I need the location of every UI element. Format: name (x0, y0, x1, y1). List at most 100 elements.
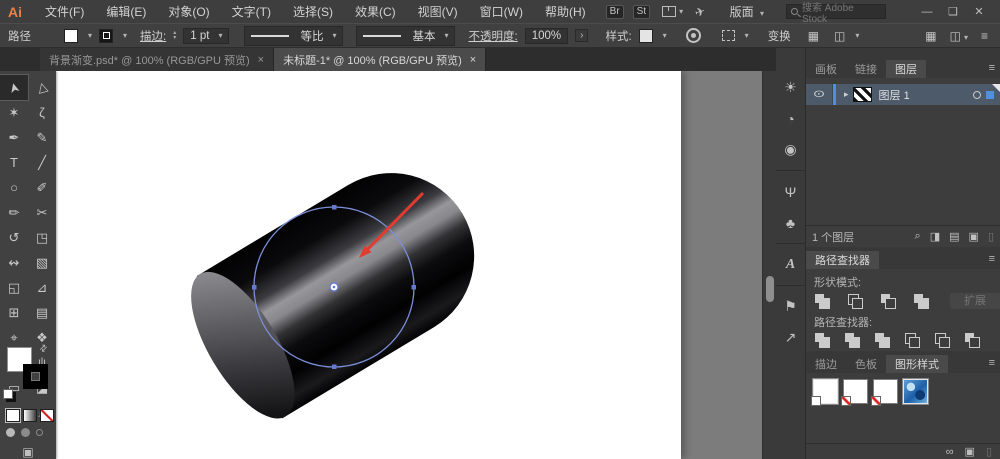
panel-menu-icon[interactable]: ≡ (989, 357, 995, 369)
select-similar-icon[interactable] (721, 30, 735, 41)
tool-scale-tool[interactable]: ◳ (28, 225, 56, 250)
brush-definition-dropdown[interactable]: 基本 ▾ (356, 25, 456, 46)
icon-new-graphic-style[interactable]: ▣ (965, 445, 975, 458)
icon-delete-layer[interactable]: ▯ (988, 230, 994, 243)
menu-edit[interactable]: 编辑(E) (95, 3, 157, 20)
tool-line-segment-tool[interactable]: ╱ (28, 150, 56, 175)
fill-color-swatch[interactable] (64, 28, 78, 43)
icon-make-clipping-mask[interactable]: ◨ (930, 230, 940, 243)
graphic-style-none-style-2[interactable] (871, 379, 898, 406)
menu-object[interactable]: 对象(O) (157, 3, 220, 20)
shape-properties-icon[interactable]: ◫ (834, 29, 845, 43)
none-button[interactable] (40, 409, 54, 422)
tool-gradient-tool[interactable]: ▤ (28, 300, 56, 325)
opacity-field[interactable]: 100% (524, 27, 569, 44)
icon-new-sublayer[interactable]: ▤ (949, 230, 959, 243)
workspace-grid-icon[interactable]: ▦ (925, 29, 936, 43)
vertical-scrollbar[interactable] (762, 71, 776, 459)
arrange-documents-icon[interactable]: ◫ ▾ (950, 29, 968, 43)
layer-row[interactable]: ⊙ ▸ 图层 1 (806, 84, 1000, 105)
chevron-down-icon[interactable]: ▾ (88, 31, 92, 40)
panel-icon-brushes[interactable]: Ψ (775, 170, 806, 207)
share-icon[interactable]: ✈ (693, 3, 707, 19)
default-fill-stroke-icon[interactable] (3, 389, 13, 399)
badge-bridge[interactable]: Br (605, 4, 624, 19)
expand-layer-icon[interactable]: ▸ (844, 89, 849, 100)
stroke-proxy[interactable] (23, 364, 48, 389)
layer-thumbnail[interactable] (852, 87, 872, 102)
target-circle-icon[interactable] (973, 90, 981, 99)
screen-mode-button[interactable]: ▣ (0, 445, 56, 459)
restore-button[interactable]: ❑ (940, 5, 966, 18)
panel-menu-icon[interactable]: ≡ (989, 253, 995, 265)
stroke-weight-stepper[interactable]: ▴ ▾ (173, 30, 176, 41)
menu-effect[interactable]: 效果(C) (344, 3, 407, 20)
close-tab-icon[interactable]: × (258, 54, 264, 66)
stroke-link[interactable]: 描边: (140, 28, 166, 44)
opacity-more-button[interactable]: › (575, 29, 589, 42)
tab-artboards[interactable]: 画板 (806, 60, 846, 78)
tool-direct-selection-tool[interactable]: ▷ (28, 75, 56, 100)
scrollbar-thumb[interactable] (766, 276, 774, 302)
chevron-down-icon[interactable]: ▾ (855, 31, 859, 40)
stroke-weight-field[interactable]: 1 pt ▾ (183, 27, 230, 44)
layout-dropdown[interactable]: 版面 ▾ (730, 3, 764, 20)
pathfinder-outline[interactable] (935, 333, 950, 348)
shape-mode-exclude[interactable] (914, 293, 929, 309)
tool-magic-wand-tool[interactable]: ✶ (0, 100, 28, 125)
doctab-untitled-1[interactable]: 未标题-1* @ 100% (RGB/GPU 预览) × (274, 48, 487, 71)
graphic-style-default-graphic-style[interactable] (811, 379, 838, 406)
tab-swatches[interactable]: 色板 (846, 355, 886, 373)
workspace-switcher-icon[interactable] (662, 6, 677, 17)
tool-pen-tool[interactable]: ✒ (0, 125, 28, 150)
panel-icon-align[interactable]: ⚑ (775, 285, 806, 322)
stock-search-input[interactable]: 搜索 Adobe Stock (786, 3, 886, 25)
icon-delete-graphic-style[interactable]: ▯ (986, 445, 992, 458)
panel-menu-icon[interactable]: ≡ (989, 62, 995, 74)
color-button[interactable] (5, 408, 21, 423)
tool-mesh-tool[interactable]: ⊞ (0, 300, 28, 325)
tool-rotate-tool[interactable]: ↺ (0, 225, 28, 250)
tool-scissors-tool[interactable]: ✂ (28, 200, 56, 225)
menu-type[interactable]: 文字(T) (221, 3, 282, 20)
icon-libraries[interactable]: ∞ (946, 446, 954, 458)
chevron-down-icon[interactable]: ▾ (123, 31, 127, 40)
graphic-style-none-style-1[interactable] (841, 379, 868, 406)
transform-link[interactable]: 变换 (768, 28, 791, 44)
tab-layers[interactable]: 图层 (886, 60, 926, 78)
minimize-button[interactable]: — (914, 6, 940, 18)
menu-help[interactable]: 帮助(H) (534, 3, 597, 20)
tool-free-transform-tool[interactable]: ▧ (28, 250, 56, 275)
draw-inside-mode[interactable] (36, 429, 43, 436)
tool-paintbrush-tool[interactable]: ✐ (28, 175, 56, 200)
stroke-color-swatch[interactable] (99, 28, 114, 43)
panel-icon-character-styles[interactable]: A (775, 243, 806, 280)
panel-icon-color-guide[interactable]: ◉ (776, 134, 806, 165)
gradient-button[interactable] (23, 409, 37, 422)
tool-width-tool[interactable]: ↭ (0, 250, 28, 275)
swap-fill-stroke-icon[interactable]: ⇄ (37, 342, 50, 355)
shape-mode-unite[interactable] (815, 293, 830, 309)
tab-links[interactable]: 链接 (846, 60, 886, 78)
chevron-down-icon[interactable]: ▾ (679, 7, 683, 16)
shape-mode-intersect[interactable] (881, 293, 896, 309)
align-icon[interactable]: ▦ (808, 29, 819, 43)
tab-graphic-styles[interactable]: 图形样式 (886, 355, 948, 373)
tool-type-tool[interactable]: T (0, 150, 28, 175)
panel-icon-export[interactable]: ↗ (776, 322, 806, 353)
pathfinder-crop[interactable] (905, 333, 920, 348)
tool-pencil-tool[interactable]: ✏ (0, 200, 28, 225)
menu-window[interactable]: 窗口(W) (469, 3, 534, 20)
draw-normal-mode[interactable] (6, 428, 15, 437)
layer-name[interactable]: 图层 1 (879, 87, 910, 103)
tool-curvature-tool[interactable]: ✎ (28, 125, 56, 150)
menu-file[interactable]: 文件(F) (34, 3, 95, 20)
panel-icon-gradient[interactable]: ◔ (776, 103, 806, 134)
tool-perspective-grid-tool[interactable]: ⊿ (28, 275, 56, 300)
pathfinder-trim[interactable] (845, 333, 860, 348)
menu-view[interactable]: 视图(V) (407, 3, 469, 20)
pathfinder-minus-back[interactable] (965, 333, 980, 348)
tab-pathfinder[interactable]: 路径查找器 (806, 251, 879, 269)
badge-stock[interactable]: St (632, 4, 651, 19)
chevron-down-icon[interactable]: ▾ (663, 31, 667, 40)
